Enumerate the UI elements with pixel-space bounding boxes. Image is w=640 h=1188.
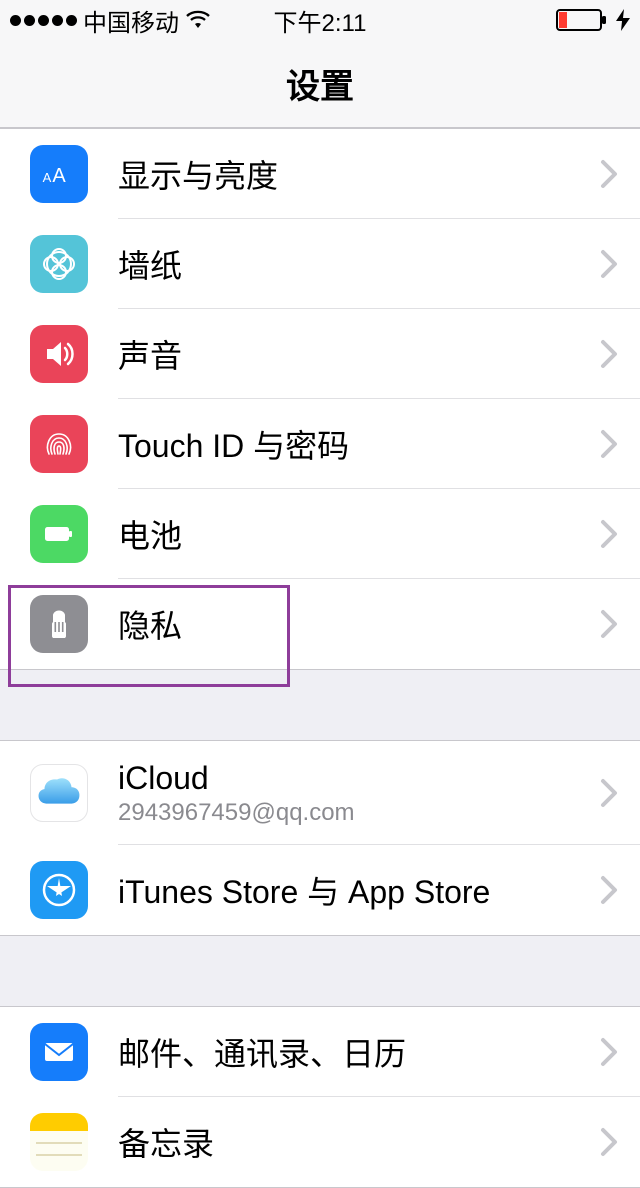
chevron-right-icon xyxy=(600,339,640,369)
row-text: 显示与亮度 xyxy=(118,151,600,197)
chevron-right-icon xyxy=(600,875,640,905)
sound-icon xyxy=(30,325,88,383)
svg-text:A: A xyxy=(52,165,66,187)
chevron-right-icon xyxy=(600,159,640,189)
section-gap xyxy=(0,936,640,1006)
notes-icon xyxy=(30,1113,88,1171)
display-icon: AA xyxy=(30,145,88,203)
row-text: 墙纸 xyxy=(118,241,600,287)
chevron-right-icon xyxy=(600,249,640,279)
settings-row[interactable]: 墙纸 xyxy=(0,219,640,309)
settings-row[interactable]: 邮件、通讯录、日历 xyxy=(0,1007,640,1097)
settings-row[interactable]: Touch ID 与密码 xyxy=(0,399,640,489)
row-text: iTunes Store 与 App Store xyxy=(118,867,600,913)
settings-row[interactable]: 声音 xyxy=(0,309,640,399)
carrier-label: 中国移动 xyxy=(83,3,179,38)
row-label: Touch ID 与密码 xyxy=(118,421,600,467)
row-label: 备忘录 xyxy=(118,1119,600,1165)
settings-section: iCloud2943967459@qq.com iTunes Store 与 Ap… xyxy=(0,740,640,936)
icloud-icon xyxy=(30,764,88,822)
settings-section: AA 显示与亮度墙纸声音 Touch ID 与密码电池隐私 xyxy=(0,128,640,670)
row-label: 隐私 xyxy=(118,601,600,647)
row-label: iTunes Store 与 App Store xyxy=(118,867,600,913)
row-text: 隐私 xyxy=(118,601,600,647)
settings-row[interactable]: iTunes Store 与 App Store xyxy=(0,845,640,935)
settings-header: 设置 xyxy=(0,40,640,128)
row-label: 显示与亮度 xyxy=(118,151,600,197)
row-sublabel: 2943967459@qq.com xyxy=(118,799,600,827)
row-text: 备忘录 xyxy=(118,1119,600,1165)
settings-row[interactable]: 隐私 xyxy=(0,579,640,669)
chevron-right-icon xyxy=(600,609,640,639)
row-label: 声音 xyxy=(118,331,600,377)
charging-icon xyxy=(616,9,630,31)
row-text: Touch ID 与密码 xyxy=(118,421,600,467)
chevron-right-icon xyxy=(600,1037,640,1067)
settings-section: 邮件、通讯录、日历备忘录 xyxy=(0,1006,640,1188)
wallpaper-icon xyxy=(30,235,88,293)
settings-list: AA 显示与亮度墙纸声音 Touch ID 与密码电池隐私 iCloud2943967… xyxy=(0,128,640,1188)
row-text: 声音 xyxy=(118,331,600,377)
svg-text:A: A xyxy=(43,170,52,185)
settings-row[interactable]: 电池 xyxy=(0,489,640,579)
page-title: 设置 xyxy=(286,59,354,108)
mail-icon xyxy=(30,1023,88,1081)
privacy-icon xyxy=(30,595,88,653)
row-label: 邮件、通讯录、日历 xyxy=(118,1029,600,1075)
touchid-icon xyxy=(30,415,88,473)
battery-icon-row xyxy=(30,505,88,563)
battery-icon xyxy=(556,9,612,31)
settings-row[interactable]: iCloud2943967459@qq.com xyxy=(0,741,640,845)
row-text: iCloud2943967459@qq.com xyxy=(118,760,600,827)
settings-row[interactable]: 备忘录 xyxy=(0,1097,640,1187)
wifi-icon xyxy=(185,10,211,30)
chevron-right-icon xyxy=(600,1127,640,1157)
row-text: 电池 xyxy=(118,511,600,557)
status-bar: 中国移动 下午2:11 xyxy=(0,0,640,40)
chevron-right-icon xyxy=(600,519,640,549)
chevron-right-icon xyxy=(600,429,640,459)
section-gap xyxy=(0,670,640,740)
row-label: 电池 xyxy=(118,511,600,557)
signal-strength-icon xyxy=(10,15,77,26)
row-label: iCloud xyxy=(118,760,600,797)
row-label: 墙纸 xyxy=(118,241,600,287)
row-text: 邮件、通讯录、日历 xyxy=(118,1029,600,1075)
chevron-right-icon xyxy=(600,778,640,808)
status-right xyxy=(556,9,630,31)
settings-row[interactable]: AA 显示与亮度 xyxy=(0,129,640,219)
appstore-icon xyxy=(30,861,88,919)
status-left: 中国移动 xyxy=(10,3,211,38)
